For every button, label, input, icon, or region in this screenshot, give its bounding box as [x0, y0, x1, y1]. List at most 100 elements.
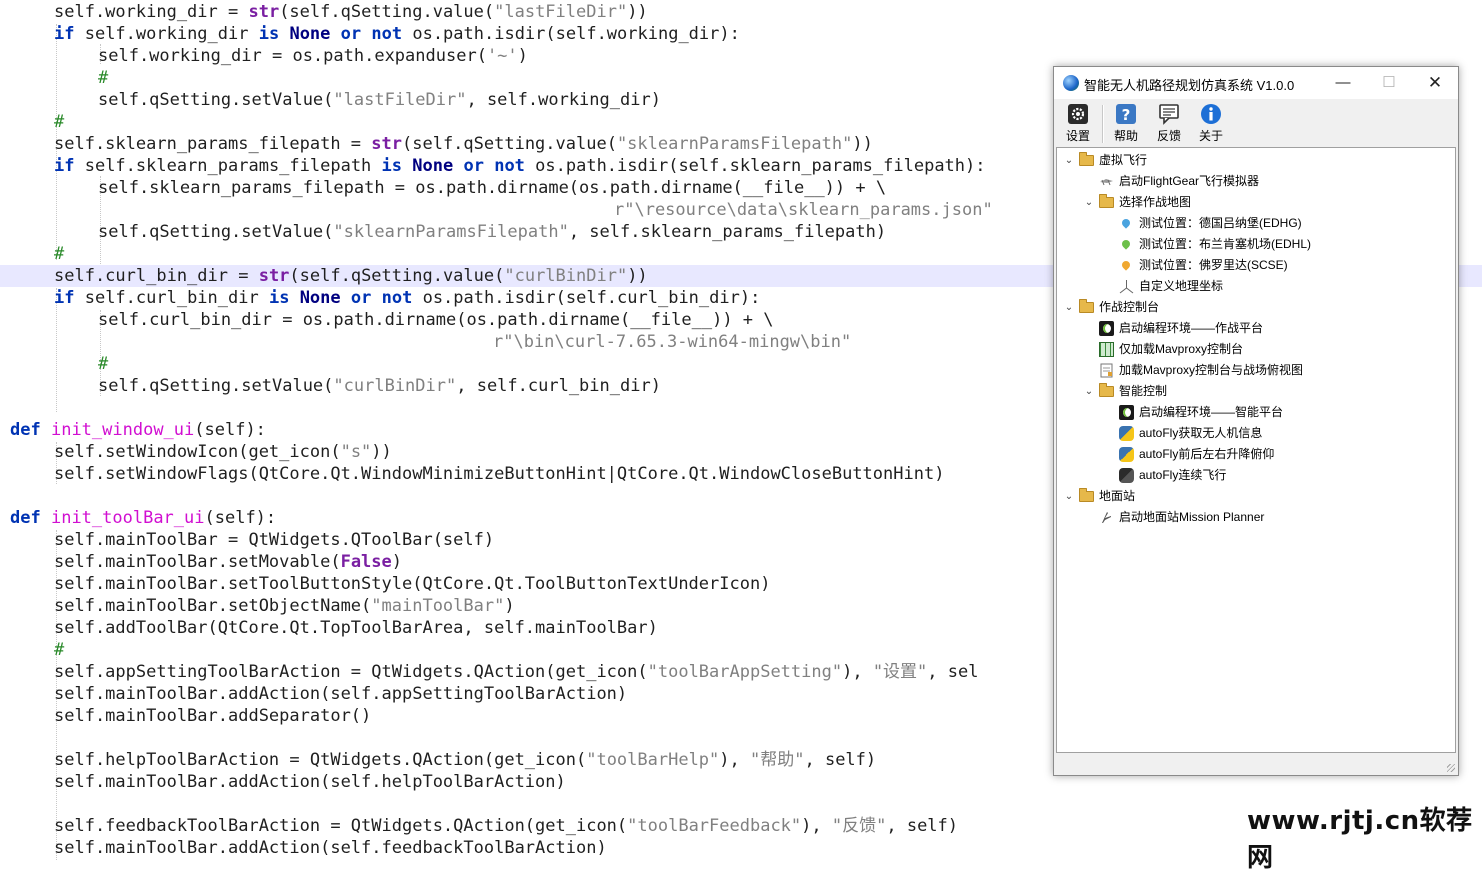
code-token: init_window_ui — [50, 420, 195, 440]
tree-item[interactable]: 测试位置：佛罗里达(SCSE) — [1057, 255, 1451, 276]
tree-item-label: 地面站 — [1099, 489, 1136, 503]
resize-grip[interactable] — [1447, 764, 1455, 772]
code-token: self.sklearn_params_filepath — [74, 156, 382, 176]
tree-item[interactable]: 加载Mavproxy控制台与战场俯视图 — [1057, 360, 1451, 381]
tree-item[interactable]: 启动编程环境——智能平台 — [1057, 402, 1451, 423]
feedback-button[interactable]: 反馈 — [1149, 103, 1189, 145]
code-line[interactable]: self.addToolBar(QtCore.Qt.TopToolBarArea… — [0, 617, 658, 639]
tree-item[interactable]: ⌄ 虚拟飞行 — [1057, 150, 1451, 171]
chevron-down-icon[interactable]: ⌄ — [1063, 486, 1075, 507]
code-line[interactable]: self.mainToolBar.setObjectName("mainTool… — [0, 595, 515, 617]
code-token: if — [54, 288, 75, 308]
code-token: self.qSetting.setValue( — [98, 376, 334, 396]
code-line[interactable]: self.mainToolBar.setMovable(False) — [0, 551, 402, 573]
tree-item[interactable]: 启动地面站Mission Planner — [1057, 507, 1451, 528]
code-line[interactable]: self.curl_bin_dir = os.path.dirname(os.p… — [0, 309, 774, 331]
code-line[interactable]: self.working_dir = os.path.expanduser('~… — [0, 45, 528, 67]
code-line[interactable]: self.feedbackToolBarAction = QtWidgets.Q… — [0, 815, 958, 837]
code-line[interactable]: if self.sklearn_params_filepath is None … — [0, 155, 986, 177]
chevron-down-icon[interactable]: ⌄ — [1063, 150, 1075, 171]
code-line[interactable]: def init_window_ui(self): — [0, 419, 266, 441]
code-token: # — [54, 112, 65, 132]
code-line[interactable]: if self.working_dir is None or not os.pa… — [0, 23, 740, 45]
chevron-down-icon[interactable]: ⌄ — [1063, 297, 1075, 318]
about-button[interactable]: 关于 — [1191, 103, 1231, 145]
tree-item[interactable]: ⌄ 智能控制 — [1057, 381, 1451, 402]
code-line[interactable]: self.setWindowIcon(get_icon("s")) — [0, 441, 392, 463]
code-line[interactable]: self.qSetting.setValue("sklearnParamsFil… — [0, 221, 886, 243]
title-bar[interactable]: 智能无人机路径规划仿真系统 V1.0.0 — ☐ ✕ — [1054, 67, 1458, 99]
code-line[interactable]: def init_toolBar_ui(self): — [0, 507, 276, 529]
tree-item-label: 自定义地理坐标 — [1139, 279, 1224, 293]
code-token: # — [54, 244, 65, 264]
code-line[interactable]: # — [0, 243, 64, 265]
code-line[interactable]: r"\resource\data\sklearn_params.json" — [0, 199, 993, 221]
tree-item[interactable]: 测试位置：德国吕纳堡(EDHG) — [1057, 213, 1451, 234]
tree-item[interactable]: ⌄ 作战控制台 — [1057, 297, 1451, 318]
code-token: "curlBinDir" — [504, 266, 628, 286]
tree-item-label: 选择作战地图 — [1119, 195, 1192, 209]
help-button[interactable]: ? 帮助 — [1106, 103, 1146, 145]
code-line[interactable]: self.mainToolBar.setToolButtonStyle(QtCo… — [0, 573, 770, 595]
code-line[interactable]: self.qSetting.setValue("curlBinDir", sel… — [0, 375, 661, 397]
code-token: , self.working_dir) — [466, 90, 661, 110]
code-token: self.working_dir — [74, 24, 259, 44]
code-line[interactable]: # — [0, 639, 64, 661]
tree-item[interactable]: 启动FlightGear飞行模拟器 — [1057, 171, 1451, 192]
tree-item[interactable]: autoFly前后左右升降俯仰 — [1057, 444, 1451, 465]
settings-label: 设置 — [1065, 129, 1090, 143]
code-token: self.sklearn_params_filepath = — [54, 134, 372, 154]
code-line[interactable]: self.setWindowFlags(QtCore.Qt.WindowMini… — [0, 463, 944, 485]
code-token: self.feedbackToolBarAction = QtWidgets.Q… — [54, 816, 628, 836]
tree-item[interactable]: 自定义地理坐标 — [1057, 276, 1451, 297]
code-line[interactable]: if self.curl_bin_dir is None or not os.p… — [0, 287, 760, 309]
python-dark-icon — [1119, 468, 1134, 483]
tree-item[interactable]: 启动编程环境——作战平台 — [1057, 318, 1451, 339]
chevron-down-icon[interactable]: ⌄ — [1083, 381, 1095, 402]
code-line[interactable]: r"\bin\curl-7.65.3-win64-mingw\bin" — [0, 331, 851, 353]
code-line[interactable]: self.mainToolBar.addAction(self.appSetti… — [0, 683, 627, 705]
tree-item[interactable]: ⌄ 地面站 — [1057, 486, 1451, 507]
code-token: ), — [719, 750, 750, 770]
tree-item[interactable]: ⌄ 选择作战地图 — [1057, 192, 1451, 213]
settings-button[interactable]: 设置 — [1058, 103, 1098, 145]
code-line[interactable]: # — [0, 353, 108, 375]
code-line[interactable]: self.working_dir = str(self.qSetting.val… — [0, 1, 648, 23]
code-line[interactable]: # — [0, 111, 64, 133]
code-token: or — [350, 288, 372, 308]
code-line[interactable]: self.sklearn_params_filepath = os.path.d… — [0, 177, 886, 199]
tree-item[interactable]: autoFly获取无人机信息 — [1057, 423, 1451, 444]
tree-item[interactable]: 仅加载Mavproxy控制台 — [1057, 339, 1451, 360]
code-line[interactable]: self.qSetting.setValue("lastFileDir", se… — [0, 89, 661, 111]
code-token: "toolBarFeedback" — [627, 816, 802, 836]
code-token: )) — [852, 134, 873, 154]
code-token: ), — [801, 816, 832, 836]
tree-item-label: 启动FlightGear飞行模拟器 — [1119, 174, 1260, 188]
code-line[interactable]: # — [0, 67, 108, 89]
code-token: self.working_dir = — [54, 2, 249, 22]
close-button[interactable]: ✕ — [1412, 67, 1458, 99]
tree-item[interactable]: 测试位置：布兰肯塞机场(EDHL) — [1057, 234, 1451, 255]
tree-item[interactable]: autoFly连续飞行 — [1057, 465, 1451, 486]
code-line[interactable]: self.mainToolBar.addAction(self.feedback… — [0, 837, 607, 859]
code-token: "toolBarAppSetting" — [647, 662, 843, 682]
chevron-down-icon[interactable]: ⌄ — [1083, 192, 1095, 213]
function-tree[interactable]: ⌄ 虚拟飞行启动FlightGear飞行模拟器 ⌄ 选择作战地图测试位置：德国吕纳堡(… — [1056, 147, 1456, 753]
code-line[interactable]: self.appSettingToolBarAction = QtWidgets… — [0, 661, 978, 683]
code-line[interactable]: self.helpToolBarAction = QtWidgets.QActi… — [0, 749, 876, 771]
code-token: self.mainToolBar.setObjectName( — [54, 596, 372, 616]
tree-item-label: 启动地面站Mission Planner — [1119, 510, 1265, 524]
minimize-button[interactable]: — — [1320, 67, 1366, 99]
code-line[interactable]: self.mainToolBar.addSeparator() — [0, 705, 371, 727]
code-token: # — [54, 640, 65, 660]
tree-item-label: 作战控制台 — [1099, 300, 1160, 314]
code-line[interactable]: self.mainToolBar.addAction(self.helpTool… — [0, 771, 566, 793]
code-token: None — [412, 156, 454, 176]
code-line[interactable]: self.sklearn_params_filepath = str(self.… — [0, 133, 873, 155]
code-token: os.path.isdir(self.curl_bin_dir): — [412, 288, 761, 308]
code-line[interactable]: self.mainToolBar = QtWidgets.QToolBar(se… — [0, 529, 494, 551]
grid-icon — [1099, 342, 1114, 357]
tree-item-label: 测试位置：佛罗里达(SCSE) — [1139, 258, 1288, 272]
